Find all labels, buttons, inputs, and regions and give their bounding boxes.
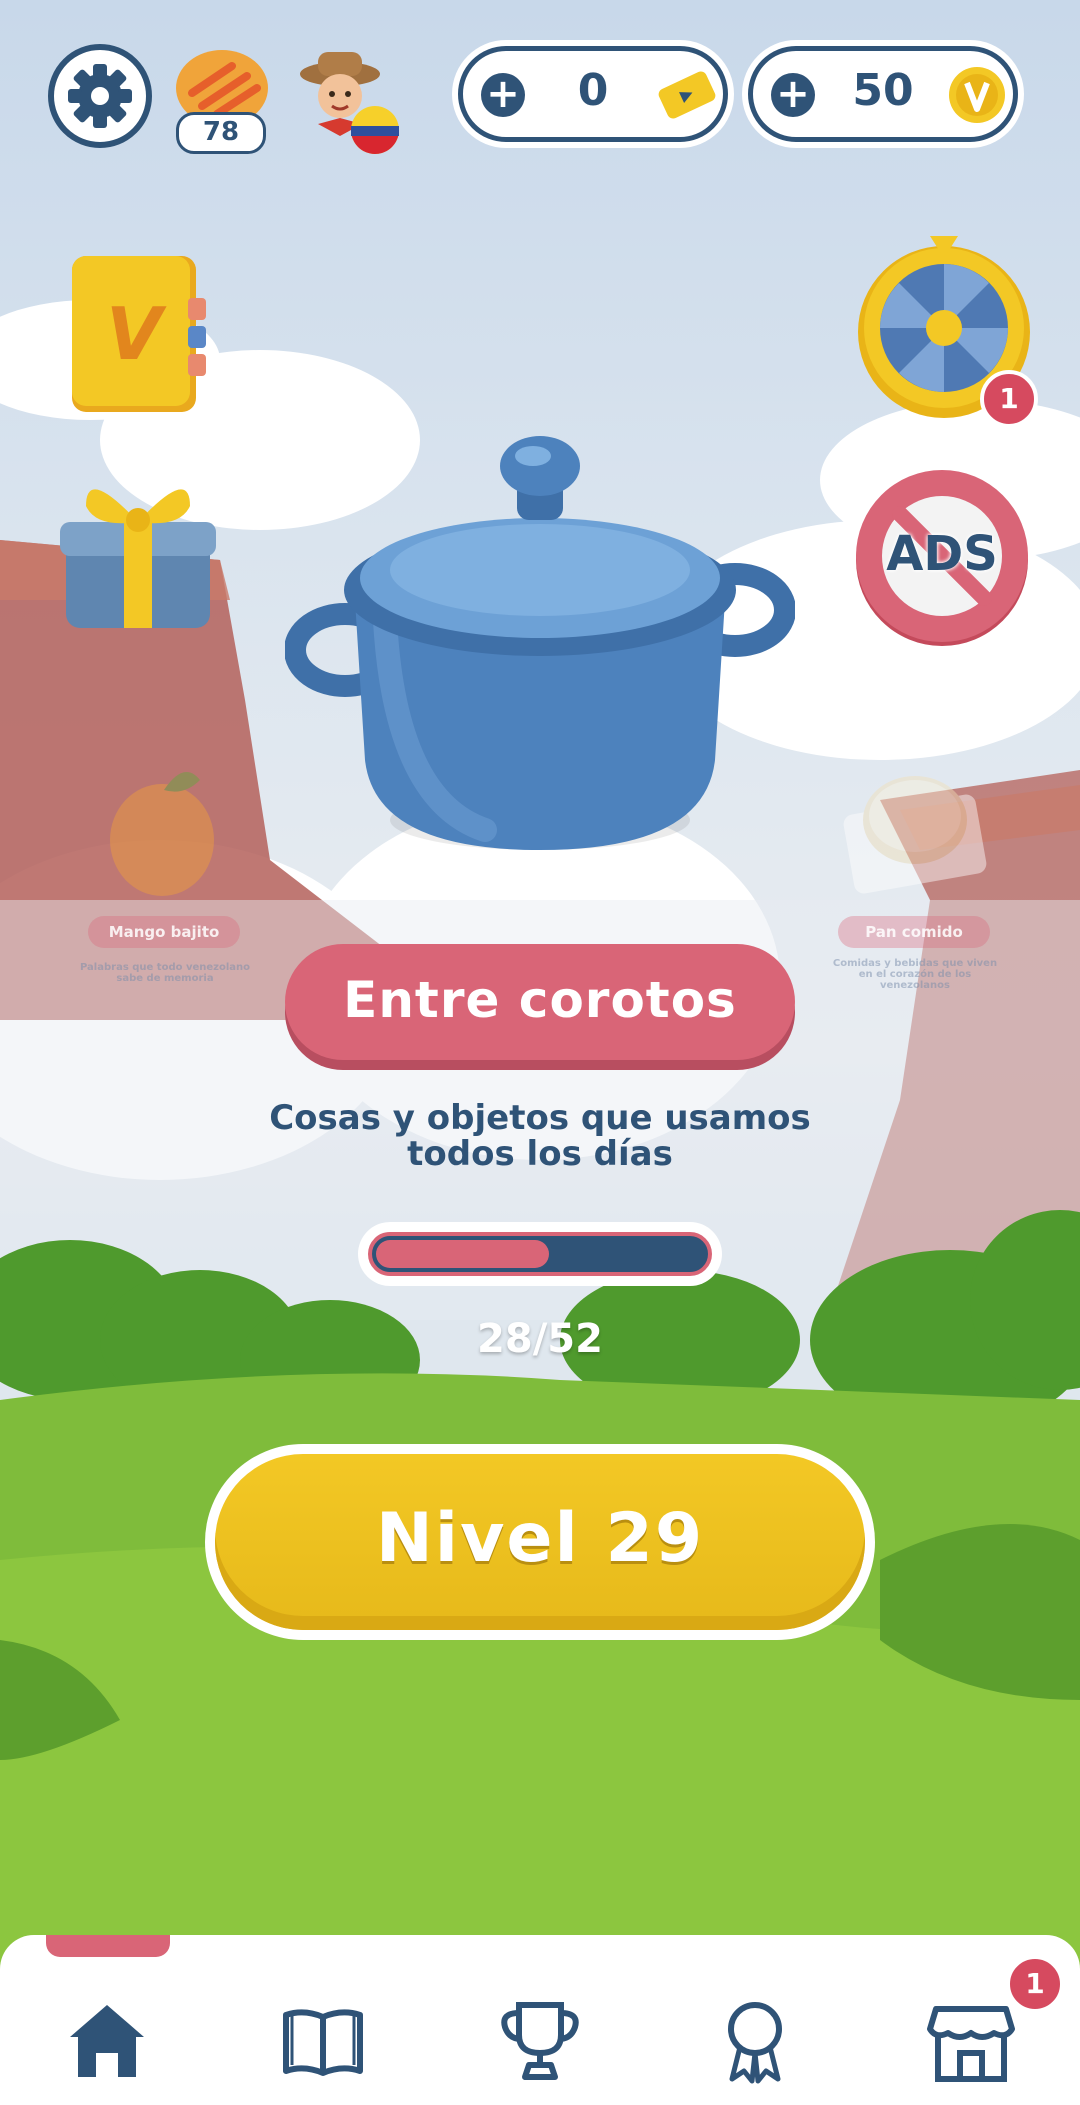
coins-counter[interactable]: + 50 — [748, 46, 1018, 142]
level-label: Nivel 29 — [215, 1454, 865, 1630]
active-tab-indicator — [46, 1935, 170, 1957]
add-tickets-button[interactable]: + — [481, 73, 525, 117]
gift-button[interactable] — [56, 466, 220, 636]
progress-text: 28/52 — [477, 1316, 603, 1362]
tickets-counter[interactable]: + 0 — [458, 46, 728, 142]
add-coins-button[interactable]: + — [771, 73, 815, 117]
trophy-icon — [501, 2002, 579, 2080]
nav-shop[interactable]: 1 — [926, 1955, 1064, 2085]
dictionary-letter: V — [106, 292, 162, 376]
remove-ads-button[interactable]: ADS — [852, 468, 1032, 648]
nav-trophies[interactable] — [495, 1995, 585, 2085]
tickets-value: 0 — [577, 65, 609, 116]
gift-icon — [60, 489, 216, 628]
next-category-desc: Comidas y bebidas que viven en el corazó… — [832, 958, 998, 991]
category-subtitle: Cosas y objetos que usamos todos los día… — [269, 1098, 811, 1174]
progress-track — [368, 1232, 712, 1276]
coins-value: 50 — [852, 65, 914, 116]
prev-category-title[interactable]: Mango bajito — [88, 916, 240, 948]
home-icon — [70, 2005, 144, 2077]
book-icon — [283, 2009, 363, 2076]
shop-badge: 1 — [1006, 1955, 1064, 2013]
category-image[interactable] — [284, 420, 796, 870]
coin-icon — [949, 67, 1005, 123]
category-title-button[interactable]: Entre corotos — [285, 944, 795, 1060]
cowboy-avatar-icon — [300, 52, 399, 154]
wheel-badge: 1 — [980, 370, 1038, 428]
nav-home[interactable] — [62, 1995, 152, 2085]
settings-button[interactable] — [48, 44, 152, 148]
prize-wheel-button[interactable]: 1 — [854, 232, 1038, 428]
ads-label: ADS — [886, 526, 998, 582]
arepa-icon — [843, 776, 987, 894]
gear-icon — [68, 64, 132, 128]
dictionary-button[interactable]: V — [64, 248, 214, 420]
next-category-title[interactable]: Pan comido — [838, 916, 990, 948]
category-progress-bar — [358, 1222, 722, 1286]
shop-icon — [927, 2006, 1015, 2082]
mango-icon — [110, 772, 214, 896]
ticket-icon — [658, 71, 716, 119]
award-icon — [728, 2002, 782, 2084]
pot-icon — [284, 436, 796, 850]
nav-dictionary[interactable] — [278, 1995, 368, 2085]
next-category-image[interactable] — [842, 764, 988, 894]
avatar[interactable] — [290, 44, 402, 156]
progress-fill — [376, 1240, 550, 1268]
level-button[interactable]: Nivel 29 — [205, 1444, 875, 1640]
nav-achievements[interactable] — [710, 1995, 800, 2085]
prev-category-image[interactable] — [104, 750, 220, 900]
streak-widget[interactable]: 78 — [172, 48, 272, 154]
prev-category-desc: Palabras que todo venezolano sabe de mem… — [80, 962, 251, 984]
bottom-nav: 1 — [0, 1935, 1080, 2105]
streak-count: 78 — [176, 112, 266, 154]
